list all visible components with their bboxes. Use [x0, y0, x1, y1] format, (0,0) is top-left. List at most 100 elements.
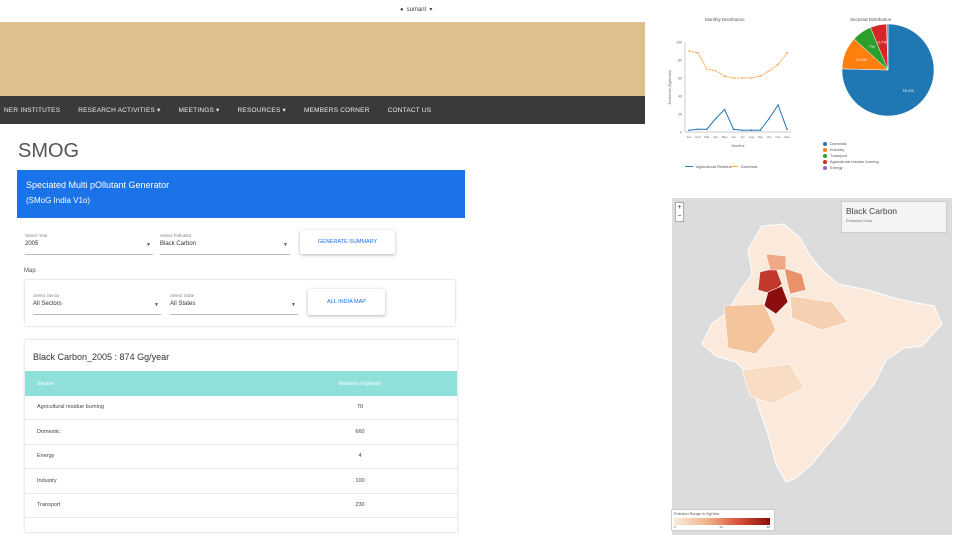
nav-item-5[interactable]: CONTACT US: [388, 107, 432, 114]
data-point: [723, 75, 726, 77]
legend-tick: 0: [674, 525, 676, 529]
pie-legend-item[interactable]: Energy: [823, 165, 843, 170]
series-line-1: [688, 50, 788, 79]
legend-swatch: [823, 147, 827, 152]
nav-item-2[interactable]: MEETINGS ▾: [178, 106, 219, 114]
y-axis-label: Emissions (Gg/month): [668, 70, 672, 105]
y-tick-label: 20: [678, 113, 682, 117]
legend-label: Domestic: [830, 141, 847, 146]
data-point: [697, 128, 699, 131]
map-section-label: Map: [24, 268, 36, 274]
data-point: [732, 77, 735, 79]
x-tick-label: Feb: [695, 135, 701, 139]
pie-slice-label: 7%: [869, 44, 875, 49]
x-axis-label: Months: [731, 143, 744, 148]
data-point: [741, 129, 744, 131]
data-point: [688, 50, 690, 52]
x-tick-label: Dec: [784, 135, 790, 139]
india-map[interactable]: [672, 198, 952, 535]
cell-sector: Agricultural residue burning: [37, 404, 104, 410]
user-menu[interactable]: ● sumant ▾: [400, 6, 432, 14]
legend-swatch: [823, 153, 827, 158]
table-row: Industry 100: [25, 470, 457, 494]
cell-sector: Domestic: [37, 428, 60, 435]
x-tick-label: Nov: [775, 135, 781, 139]
series-line-0: [688, 103, 788, 131]
generate-summary-button[interactable]: GENERATE SUMMARY: [300, 230, 395, 254]
data-point: [750, 129, 753, 131]
cell-emission: 70: [356, 404, 364, 410]
legend-swatch: [823, 141, 827, 146]
table-row: Agricultural residue burning 70: [25, 396, 457, 420]
data-point: [777, 104, 779, 106]
data-point: [759, 129, 762, 131]
data-point: [786, 52, 788, 54]
state-select[interactable]: Select State All States ▼: [170, 293, 298, 315]
cell-emission: 4: [358, 453, 362, 459]
data-point: [777, 63, 779, 66]
data-point: [688, 129, 690, 131]
zoom-out-button[interactable]: −: [676, 212, 683, 221]
sectorial-distribution-chart: 75.4% 11.4% 7%5.7%: [841, 23, 935, 117]
legend-label: Industry: [830, 147, 845, 152]
caret-down-icon: ▼: [154, 302, 159, 308]
line-legend-item[interactable]: Domestic: [730, 164, 758, 169]
legend-label: Energy: [830, 165, 843, 170]
table-row: Transport 230: [25, 494, 457, 518]
data-point: [741, 77, 744, 79]
map-info-box: Black Carbon Emission Data: [841, 201, 947, 233]
x-tick-label: Jun: [731, 135, 736, 139]
data-point: [786, 128, 788, 131]
map-subtitle: Emission Data: [846, 218, 872, 223]
pie-slice-label: 5.7%: [877, 40, 887, 45]
panel-subtitle: (SMoG India V1o): [26, 196, 91, 205]
map-legend: Pollution Range in Gg/Year 0 20 40: [671, 509, 775, 531]
generator-panel-header: Speciated Multi pOllutant Generator (SMo…: [17, 170, 465, 218]
legend-swatch: [823, 159, 827, 164]
data-point: [768, 117, 770, 120]
nav-item-4[interactable]: MEMBERS CORNER: [304, 107, 370, 114]
caret-down-icon: ▼: [283, 242, 288, 248]
map-zoom-control[interactable]: + −: [675, 202, 684, 222]
data-point: [750, 77, 753, 79]
legend-tick: 40: [766, 525, 770, 529]
legend-swatch: [823, 165, 827, 170]
pie-legend-item[interactable]: Transport: [823, 153, 847, 158]
pie-legend-item[interactable]: Industry: [823, 147, 844, 152]
caret-down-icon: ▼: [291, 302, 296, 308]
legend-tick: 20: [719, 525, 723, 529]
zoom-in-button[interactable]: +: [676, 203, 683, 212]
x-tick-label: Apr: [713, 135, 718, 139]
y-tick-label: 80: [678, 59, 682, 63]
legend-label: Agricultural residue burning: [830, 159, 879, 164]
summary-title: Black Carbon_2005 : 874 Gg/year: [33, 352, 170, 362]
sector-select[interactable]: Select Sector All Sectors ▼: [33, 293, 161, 315]
charts-panel: Monthly Distribution 100 80 60 40 20 0 Emissio…: [665, 0, 960, 540]
pie-legend-item[interactable]: Domestic: [823, 141, 847, 146]
all-india-map-button[interactable]: ALL INDIA MAP: [308, 289, 385, 315]
main-panel: ● sumant ▾ NER INSTITUTES RESEARCH ACTIVI…: [0, 0, 650, 540]
monthly-distribution-chart: 100806040200Emissions (Gg/month)Jan Feb Ma…: [668, 41, 791, 148]
cell-sector: Transport: [37, 502, 61, 508]
top-nav: NER INSTITUTES RESEARCH ACTIVITIES ▾ MEETI…: [0, 96, 645, 124]
year-select[interactable]: Select Year 2005 ▼: [25, 233, 153, 255]
pie-legend-item[interactable]: Agricultural residue burning: [823, 159, 879, 164]
pie-slice-label: 75.4%: [902, 88, 914, 93]
y-tick-label: 0: [680, 131, 682, 135]
pollutant-select[interactable]: Select Pollutant Black Carbon ▼: [160, 233, 290, 255]
x-tick-label: Sep: [758, 135, 764, 139]
data-point: [714, 70, 717, 72]
page-title: SMOG: [18, 140, 80, 162]
user-name: sumant: [406, 6, 427, 13]
nav-item-1[interactable]: RESEARCH ACTIVITIES ▾: [78, 106, 160, 114]
nav-item-0[interactable]: NER INSTITUTES: [4, 107, 60, 114]
line-legend-item[interactable]: Agricultural Residue: [685, 164, 732, 169]
data-point: [723, 108, 726, 111]
panel-title: Speciated Multi pOllutant Generator: [26, 180, 170, 190]
table-row: Energy 4: [25, 445, 457, 469]
cell-sector: Industry: [37, 477, 57, 484]
nav-item-3[interactable]: RESOURCES ▾: [238, 106, 286, 114]
col-sectors: Sectors: [37, 381, 54, 387]
header-banner: [0, 22, 645, 96]
x-tick-label: Jul: [741, 135, 745, 139]
